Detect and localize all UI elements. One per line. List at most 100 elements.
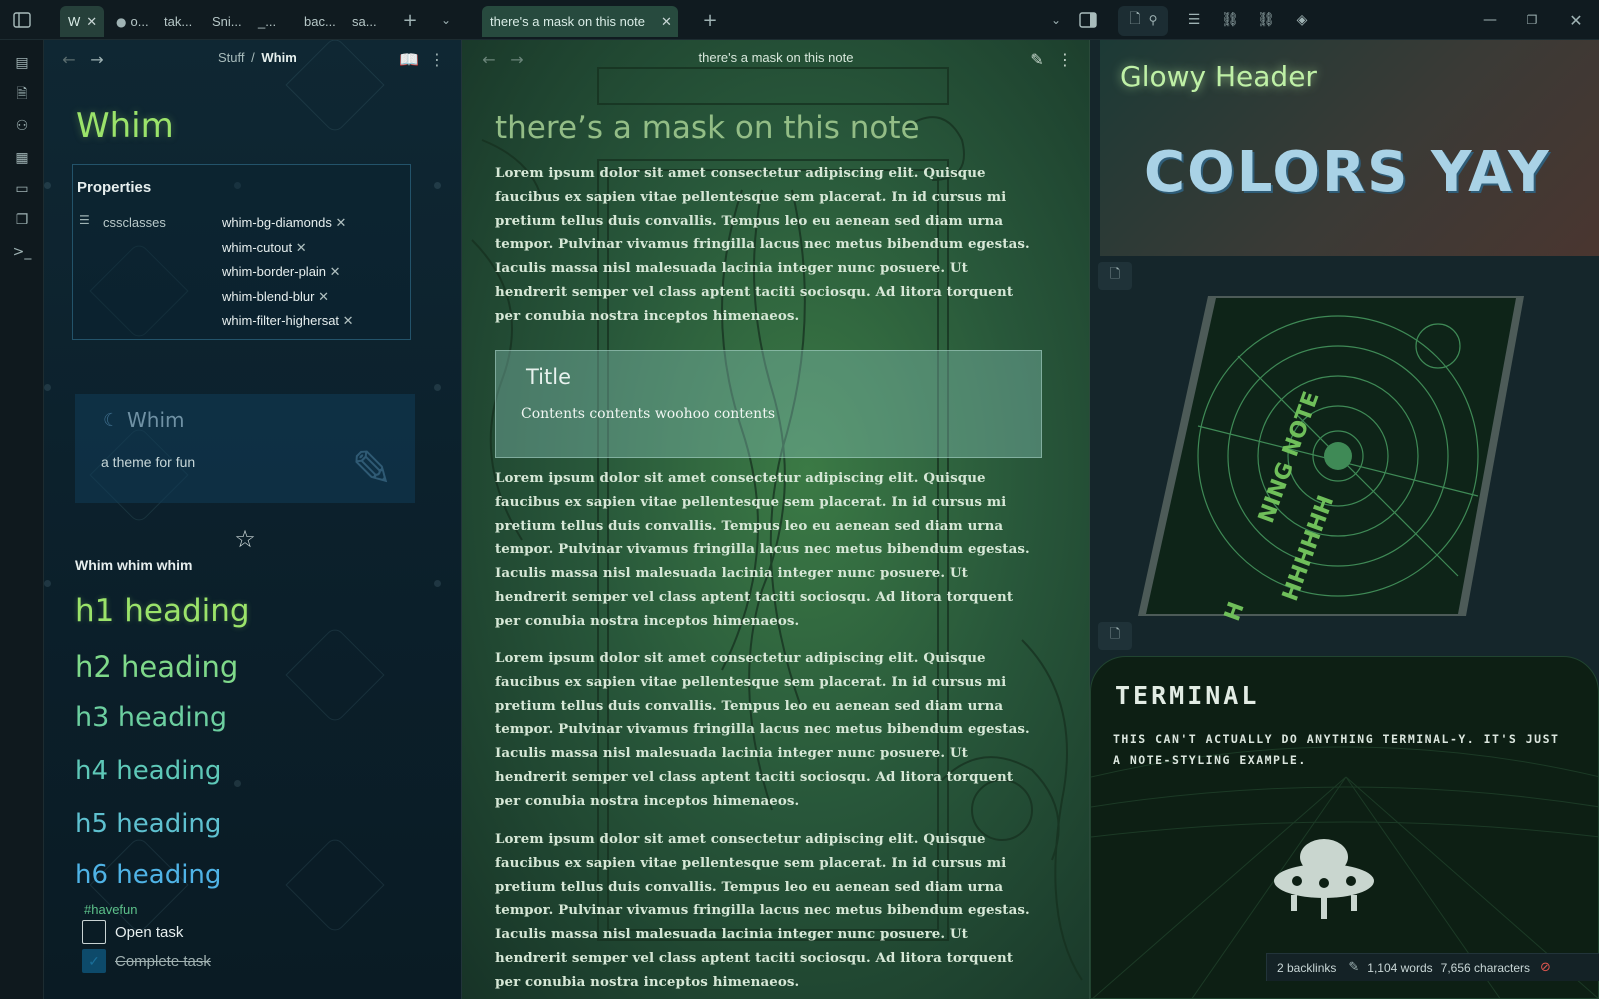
tag[interactable]: #havefun	[84, 902, 138, 917]
tab-label: o...	[130, 14, 149, 29]
properties-panel: Properties ☰ cssclasses whim-bg-diamonds…	[72, 164, 411, 340]
property-pill[interactable]: whim-filter-highersat ✕	[222, 309, 354, 334]
bg-dot	[234, 780, 241, 787]
lorem-paragraph: Lorem ipsum dolor sit amet consectetur a…	[495, 165, 1030, 324]
minimize-icon[interactable]: —	[1480, 10, 1500, 30]
pin-icon[interactable]: ⚲	[1146, 10, 1160, 30]
h4-heading: h4 heading	[75, 756, 222, 786]
list-icon[interactable]: ☰	[1184, 10, 1204, 30]
new-tab-icon[interactable]: +	[400, 10, 420, 31]
glowy-header-text: Glowy Header	[1120, 60, 1317, 93]
github-icon: ●	[116, 14, 127, 29]
terminal-icon[interactable]: >_	[11, 241, 33, 263]
forward-icon[interactable]: →	[88, 50, 106, 69]
note-title: Whim	[76, 106, 174, 146]
moon-icon: ☾	[103, 410, 120, 431]
property-pill[interactable]: whim-cutout ✕	[222, 236, 354, 261]
tab-github[interactable]: ● o...	[108, 6, 152, 37]
checkbox[interactable]	[82, 920, 106, 944]
tab-snippets[interactable]: Sni...	[204, 6, 250, 37]
files-icon[interactable]: ▤	[11, 52, 33, 74]
close-icon[interactable]: ✕	[661, 14, 672, 30]
file-icon[interactable]: 🗋	[1126, 10, 1144, 30]
glowy-header-card: Glowy Header COLORS YAY	[1100, 40, 1599, 256]
note-title: there’s a mask on this note	[495, 110, 920, 146]
bg-diamond	[285, 835, 385, 935]
tab-take[interactable]: tak...	[156, 6, 202, 37]
tab-sa[interactable]: sa...	[344, 6, 384, 37]
bg-dot	[44, 182, 51, 189]
tab-background[interactable]: bac...	[296, 6, 342, 37]
checkbox-checked[interactable]: ✓	[82, 949, 106, 973]
sidebar-toggle-icon[interactable]	[12, 10, 32, 30]
link-out-icon[interactable]: ⛓	[1256, 10, 1276, 30]
h3-heading: h3 heading	[75, 702, 228, 733]
graph-icon[interactable]: ⚇	[11, 115, 33, 137]
tab-label: tak...	[164, 14, 193, 29]
task-label: Complete task	[115, 952, 211, 970]
close-icon[interactable]: ✕	[335, 215, 346, 230]
back-icon[interactable]: ←	[60, 50, 78, 69]
calendar-icon[interactable]: ▭	[11, 178, 33, 200]
file-icon[interactable]: 🗋	[1098, 262, 1132, 290]
task-complete: ✓ Complete task	[82, 949, 211, 973]
property-key[interactable]: cssclasses	[103, 215, 166, 230]
tag-icon[interactable]: ◈	[1292, 10, 1312, 30]
reading-view-icon[interactable]: 📖	[399, 50, 419, 69]
bg-dot	[434, 384, 441, 391]
more-options-icon[interactable]: ⋮	[1056, 50, 1074, 69]
character-count: 7,656 characters	[1440, 960, 1531, 975]
sync-off-icon[interactable]: ⊘	[1540, 960, 1551, 975]
property-pill[interactable]: whim-border-plain ✕	[222, 260, 354, 285]
close-icon[interactable]: ✕	[330, 264, 341, 279]
callout-title: Whim	[127, 408, 185, 432]
embedded-image[interactable]: NING NOTE HHHHHH H	[1138, 296, 1524, 625]
right-sidebar-toggle-icon[interactable]	[1078, 10, 1098, 30]
tab-label: W	[68, 14, 81, 29]
copy-icon[interactable]: ❐	[11, 209, 33, 231]
edit-icon[interactable]: ✎	[1348, 960, 1359, 975]
tab-mask-note[interactable]: there's a mask on this note ✕	[482, 6, 678, 37]
star-icon[interactable]: ☆	[232, 525, 258, 553]
link-in-icon[interactable]: ⛓	[1220, 10, 1240, 30]
chevron-down-icon[interactable]: ⌄	[436, 10, 456, 30]
callout-body: Contents contents woohoo contents	[521, 406, 776, 422]
breadcrumb-parent[interactable]: Stuff	[218, 50, 245, 65]
breadcrumb-separator: /	[251, 50, 255, 65]
word-count: 1,104 words	[1367, 960, 1433, 975]
pill-label: whim-border-plain	[222, 264, 327, 279]
task-label: Open task	[115, 923, 184, 941]
tab-underscore[interactable]: _...	[250, 6, 290, 37]
property-pill[interactable]: whim-bg-diamonds ✕	[222, 211, 354, 236]
whim-callout: ☾ Whim a theme for fun ✎	[75, 394, 415, 503]
list-icon: ☰	[79, 213, 90, 227]
property-pill[interactable]: whim-blend-blur ✕	[222, 285, 354, 310]
close-icon[interactable]: ✕	[296, 240, 307, 255]
tab-whim[interactable]: W ✕	[60, 6, 104, 37]
view-header-title[interactable]: there's a mask on this note	[462, 50, 1089, 65]
bg-diamond	[285, 40, 385, 135]
edit-icon[interactable]: ✎	[1028, 50, 1046, 69]
close-icon[interactable]: ✕	[343, 313, 354, 328]
close-icon[interactable]: ✕	[86, 14, 97, 30]
middle-note-pane: ← → there's a mask on this note ✎ ⋮ ther…	[462, 40, 1090, 999]
right-sidebar-pane: Glowy Header COLORS YAY 🗋 NING NOTE HHHH…	[1090, 40, 1599, 999]
backlinks-count[interactable]: 2 backlinks	[1277, 961, 1336, 975]
restore-icon[interactable]: ❐	[1522, 10, 1542, 30]
canvas-icon[interactable]: ▦	[11, 147, 33, 169]
bg-dot	[434, 580, 441, 587]
breadcrumb: Stuff / Whim	[218, 50, 297, 65]
tab-label: bac...	[304, 14, 336, 29]
breadcrumb-current[interactable]: Whim	[261, 50, 296, 65]
ribbon: ▤ 🗎 ⚇ ▦ ▭ ❐ >_	[0, 40, 44, 999]
file-icon[interactable]: 🗋	[1098, 622, 1132, 650]
bold-text: Whim whim whim	[75, 557, 193, 573]
close-icon[interactable]: ✕	[318, 289, 329, 304]
search-file-icon[interactable]: 🗎	[11, 84, 33, 106]
close-window-icon[interactable]: ✕	[1566, 10, 1586, 30]
property-value-list: whim-bg-diamonds ✕ whim-cutout ✕ whim-bo…	[222, 211, 354, 334]
chevron-down-icon[interactable]: ⌄	[1046, 10, 1066, 30]
more-options-icon[interactable]: ⋮	[428, 50, 446, 69]
new-tab-icon[interactable]: +	[700, 10, 720, 31]
title-bar: W ✕ ● o... tak... Sni... _... bac... sa.…	[0, 0, 1599, 40]
